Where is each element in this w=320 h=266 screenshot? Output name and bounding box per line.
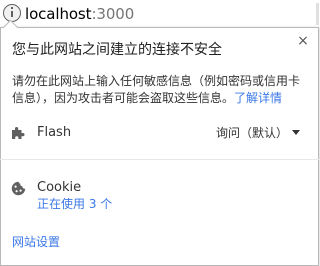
url-port: :3000 bbox=[91, 5, 135, 23]
cookie-icon bbox=[11, 181, 26, 196]
url-text[interactable]: localhost:3000 bbox=[25, 4, 134, 24]
toolbar-edge bbox=[316, 3, 319, 25]
connection-description: 请勿在此网站上输入任何敏感信息（例如密码或信用卡信息），因为攻击者可能会盗取这些… bbox=[12, 73, 308, 107]
permission-label: Flash bbox=[37, 125, 72, 140]
site-settings-link[interactable]: 网站设置 bbox=[12, 234, 60, 250]
flash-permission-select[interactable]: 询问（默认） bbox=[216, 124, 306, 142]
chevron-down-icon bbox=[292, 130, 300, 135]
learn-more-link[interactable]: 了解详情 bbox=[234, 91, 282, 105]
cookie-label: Cookie bbox=[37, 180, 82, 195]
puzzle-icon bbox=[12, 127, 25, 139]
close-button[interactable]: × bbox=[296, 34, 310, 48]
address-bar[interactable]: localhost:3000 bbox=[0, 0, 319, 27]
url-host: localhost bbox=[25, 5, 92, 23]
cookies-section: Cookie 正在使用 3 个 bbox=[0, 175, 319, 215]
cookies-in-use-link[interactable]: 正在使用 3 个 bbox=[37, 196, 112, 212]
divider bbox=[0, 159, 319, 160]
connection-title: 您与此网站之间建立的连接不安全 bbox=[12, 42, 222, 58]
permission-row-flash: Flash 询问（默认） bbox=[0, 119, 319, 147]
select-value: 询问（默认） bbox=[216, 126, 289, 140]
info-icon[interactable] bbox=[3, 4, 21, 22]
